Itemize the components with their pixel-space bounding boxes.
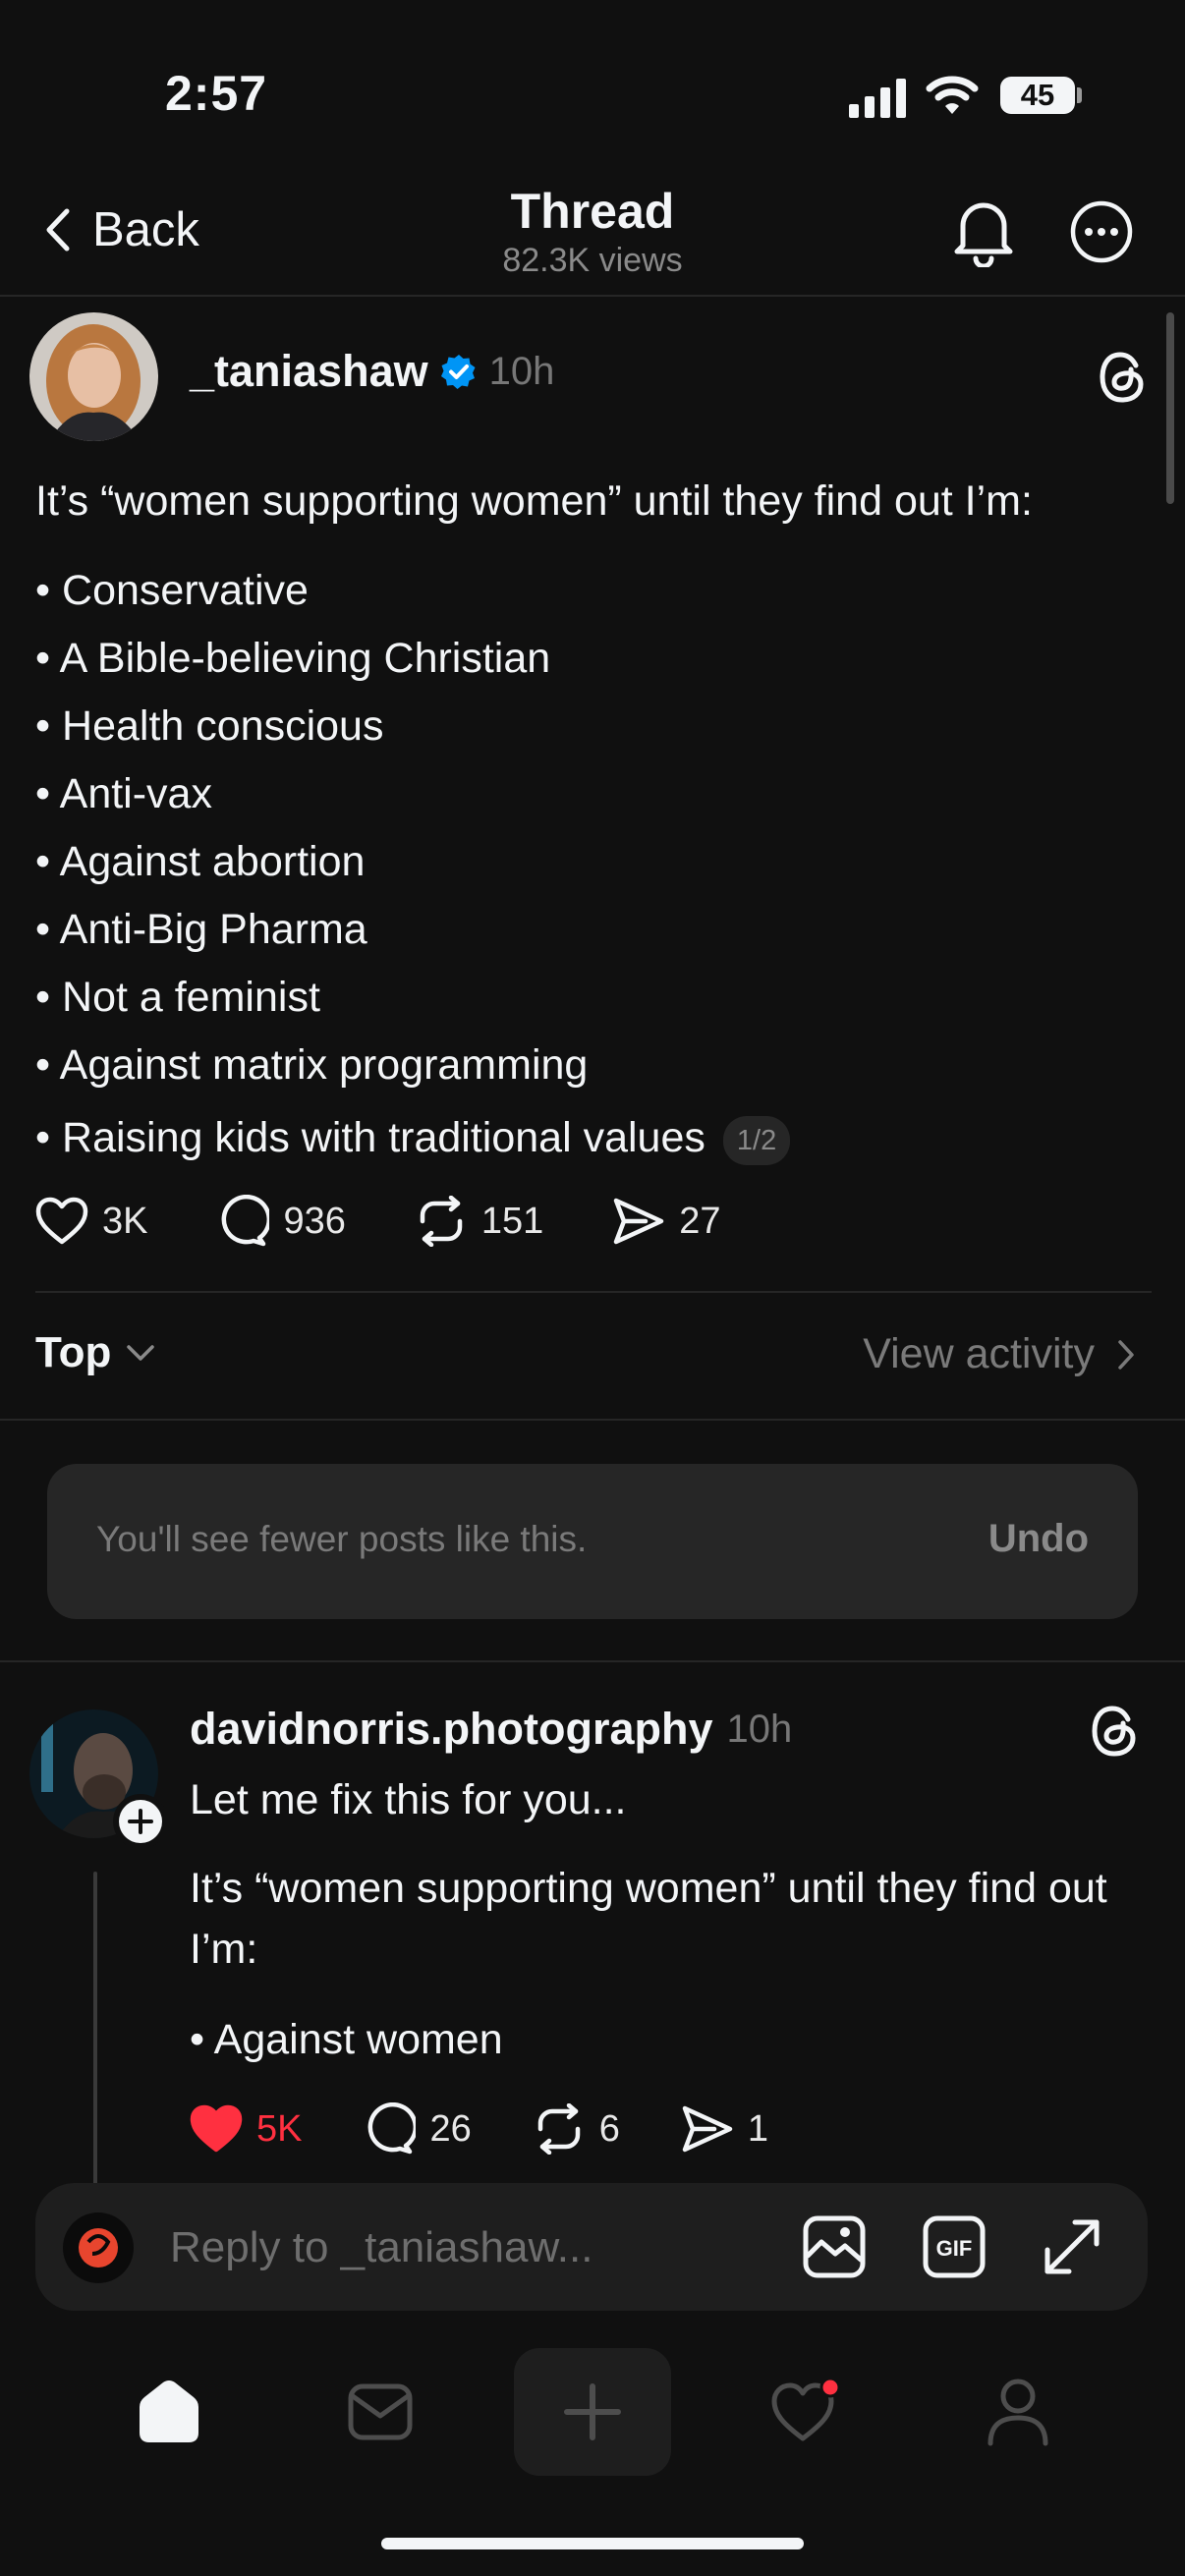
undo-button[interactable]: Undo (988, 1517, 1089, 1561)
list-item: • Against abortion (35, 838, 366, 885)
chevron-right-icon (1116, 1338, 1136, 1372)
page-title: Thread (510, 184, 675, 239)
list-item: • Not a feminist (35, 974, 320, 1021)
send-icon (681, 2104, 734, 2154)
battery-tip (1077, 87, 1082, 103)
reply-share-button[interactable]: 1 (681, 2104, 768, 2154)
inbox-icon (348, 2383, 413, 2440)
reply-composer: GIF (35, 2183, 1148, 2311)
like-count: 3K (102, 1200, 148, 1242)
thread-connector-line (93, 1872, 97, 2186)
reply-threads-logo-icon[interactable] (1091, 1706, 1138, 1757)
view-activity-label: View activity (863, 1330, 1095, 1377)
bell-icon[interactable] (951, 196, 1016, 267)
repost-icon (533, 2103, 586, 2155)
heart-icon (771, 2378, 841, 2441)
wifi-icon (926, 75, 979, 116)
header-divider (0, 295, 1185, 297)
heart-filled-icon (190, 2104, 243, 2154)
list-item: • Conservative (35, 567, 309, 614)
home-icon (140, 2380, 198, 2442)
heart-icon (35, 1197, 88, 1246)
tab-activity[interactable] (745, 2348, 867, 2476)
tab-messages[interactable] (319, 2348, 441, 2476)
post-actions: 3K 936 151 27 (35, 1195, 790, 1248)
battery-indicator: 45 (1000, 77, 1075, 114)
sort-dropdown[interactable]: Top (35, 1328, 156, 1377)
reply-input[interactable] (168, 2218, 801, 2277)
hidden-post-toast: You'll see fewer posts like this. Undo (47, 1464, 1138, 1619)
reply-repost-button[interactable]: 6 (533, 2103, 620, 2155)
reply-like-count: 5K (256, 2107, 303, 2150)
reply-repost-count: 6 (598, 2107, 620, 2150)
back-label: Back (92, 203, 199, 256)
attach-image-icon[interactable] (802, 2214, 867, 2279)
post-text: It’s “women supporting women” until they… (35, 477, 1033, 525)
share-button[interactable]: 27 (612, 1197, 721, 1246)
cellular-signal-icon (849, 79, 908, 118)
list-item: • Health conscious (35, 702, 384, 750)
repost-icon (415, 1196, 468, 1247)
list-item: • Raising kids with traditional values 1/… (35, 1099, 1116, 1176)
author-avatar[interactable] (29, 312, 158, 441)
list-item: • Anti-vax (35, 770, 212, 817)
reply-bullet: • Against women (190, 2016, 503, 2063)
toast-message: You'll see fewer posts like this. (96, 1519, 588, 1559)
threads-logo-icon[interactable] (1099, 352, 1146, 403)
post-author-username[interactable]: _taniashaw (190, 346, 428, 397)
comment-count: 936 (283, 1200, 346, 1242)
repost-count: 151 (480, 1200, 544, 1242)
tab-home[interactable] (108, 2348, 230, 2476)
post-time: 10h (488, 349, 555, 393)
reply-line-1: Let me fix this for you... (190, 1776, 627, 1823)
my-avatar (63, 2212, 134, 2283)
reply-share-count: 1 (747, 2107, 769, 2150)
post-bullet-list: • Conservative • A Bible-believing Chris… (35, 557, 1116, 1176)
share-count: 27 (679, 1200, 721, 1242)
reply-line-2: It’s “women supporting women” until they… (190, 1865, 1107, 1973)
scrollbar[interactable] (1166, 312, 1174, 504)
profile-icon (988, 2379, 1048, 2446)
status-time: 2:57 (165, 66, 268, 121)
chevron-left-icon (43, 207, 73, 252)
reply-comment-count: 26 (429, 2107, 472, 2150)
post-author-row: _taniashaw 10h (190, 346, 554, 397)
like-button[interactable]: 3K (35, 1197, 147, 1246)
home-indicator (381, 2538, 804, 2549)
reply-like-button[interactable]: 5K (190, 2104, 302, 2154)
back-button[interactable]: Back (43, 195, 199, 265)
svg-text:GIF: GIF (936, 2236, 973, 2261)
sort-label: Top (35, 1328, 112, 1376)
thread-pager-badge: 1/2 (722, 1115, 791, 1165)
comment-bubble-icon (216, 1195, 270, 1248)
expand-icon[interactable] (1040, 2214, 1104, 2279)
view-activity-link[interactable]: View activity (863, 1330, 1136, 1378)
send-icon (612, 1197, 665, 1246)
chevron-down-icon (125, 1343, 156, 1363)
view-count: 82.3K views (502, 242, 683, 279)
toast-divider (0, 1660, 1185, 1662)
reply-author-row: davidnorris.photography 10h (190, 1704, 792, 1755)
repost-button[interactable]: 151 (415, 1196, 543, 1247)
sort-divider (0, 1419, 1185, 1421)
comment-button[interactable]: 936 (216, 1195, 346, 1248)
comment-bubble-icon (363, 2102, 417, 2156)
plus-icon (564, 2383, 621, 2440)
more-options-icon[interactable] (1069, 199, 1134, 264)
list-item: • A Bible-believing Christian (35, 635, 551, 682)
tab-profile[interactable] (957, 2348, 1079, 2476)
reply-actions: 5K 26 6 1 (190, 2102, 837, 2156)
reply-author-username[interactable]: davidnorris.photography (190, 1704, 713, 1755)
plus-icon (119, 1800, 162, 1843)
verified-badge-icon (440, 353, 478, 390)
list-item: • Against matrix programming (35, 1041, 589, 1089)
follow-plus-button[interactable] (113, 1794, 168, 1849)
reply-time: 10h (726, 1707, 793, 1751)
reply-comment-button[interactable]: 26 (363, 2102, 472, 2156)
list-item: • Anti-Big Pharma (35, 906, 367, 953)
tab-create[interactable] (514, 2348, 671, 2476)
gif-icon[interactable]: GIF (922, 2214, 987, 2279)
post-divider (35, 1291, 1152, 1293)
